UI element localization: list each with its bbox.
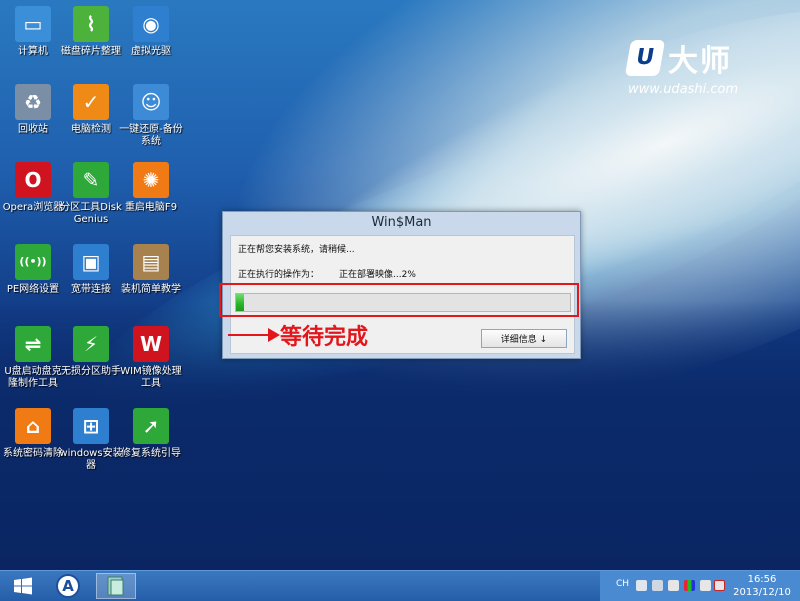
desktop-icon-broom[interactable]: ⌇ 磁盘碎片整理 xyxy=(58,6,124,58)
broom-icon: ⌇ xyxy=(73,6,109,42)
network-error-icon[interactable] xyxy=(714,580,725,591)
runner-icon: ➚ xyxy=(133,408,169,444)
recycle-bin-icon: ♻ xyxy=(15,84,51,120)
desktop-icon-label: 修复系统引导 xyxy=(121,448,181,459)
computer-icon: ▭ xyxy=(15,6,51,42)
desktop-icon-unlock[interactable]: ⌂ 系统密码清除 xyxy=(0,408,66,460)
arrow-right-icon xyxy=(228,328,280,342)
status-line: 正在帮您安装系统，请稍候... xyxy=(238,245,355,255)
operation-label: 正在执行的操作为： xyxy=(238,270,320,280)
desktop-icon-book[interactable]: ▤ 装机简单教学 xyxy=(118,244,184,296)
clock[interactable]: 16:56 2013/12/10 xyxy=(732,573,792,599)
svg-text:A: A xyxy=(62,577,74,595)
dialog-title: Win$Man xyxy=(371,215,432,230)
taskbar: A CH 16:56 2013/12/10 xyxy=(0,570,800,601)
desktop-icon-label: 一键还原-备份系统 xyxy=(119,124,183,147)
desktop-icon-label: 分区工具DiskGenius xyxy=(60,202,122,225)
windows-icon: ⊞ xyxy=(73,408,109,444)
desktop-icon-label: 虚拟光驱 xyxy=(131,46,171,57)
display-icon[interactable] xyxy=(652,580,663,591)
restart-icon: ✺ xyxy=(133,162,169,198)
shield-check-icon: ✓ xyxy=(73,84,109,120)
usb-icon: ⇌ xyxy=(15,326,51,362)
details-button[interactable]: 详细信息 ↓ xyxy=(481,329,567,348)
color-icon[interactable] xyxy=(684,580,695,591)
desktop-icon-usb[interactable]: ⇌ U盘启动盘克隆制作工具 xyxy=(0,326,66,390)
logo-mark: U xyxy=(624,40,666,76)
desktop-icon-label: 磁盘碎片整理 xyxy=(61,46,121,57)
windows-logo-icon xyxy=(14,577,32,595)
desktop-icon-wim[interactable]: W WIM镜像处理工具 xyxy=(118,326,184,390)
clock-time: 16:56 xyxy=(747,574,777,585)
progress-highlight-box xyxy=(219,283,579,317)
desktop-icon-label: 无损分区助手 xyxy=(61,366,121,377)
desktop-icon-label: windows安装器 xyxy=(59,448,123,471)
operation-line: 正在执行的操作为： 正在部署映像...2% xyxy=(238,267,416,280)
desktop-icon-label: PE网络设置 xyxy=(6,284,60,295)
ghost-icon: ☺ xyxy=(133,84,169,120)
logo-brand-text: 大师 xyxy=(668,44,732,79)
desktop-icon-label: 系统密码清除 xyxy=(3,448,63,459)
taskbar-app-a[interactable]: A xyxy=(48,573,88,599)
desktop-icon-partition[interactable]: ⚡ 无损分区助手 xyxy=(58,326,124,378)
wrench-icon: ✎ xyxy=(73,162,109,198)
desktop-icon-label: Opera浏览器 xyxy=(2,202,64,213)
desktop-icon-label: 电脑检测 xyxy=(71,124,111,135)
partition-icon: ⚡ xyxy=(73,326,109,362)
desktop-icon-broadband[interactable]: ▣ 宽带连接 xyxy=(58,244,124,296)
network-status-icon[interactable] xyxy=(668,580,679,591)
desktop-icon-shield-check[interactable]: ✓ 电脑检测 xyxy=(58,84,124,136)
udashi-logo: U 大师 www.udashi.com xyxy=(624,36,778,97)
opera-icon: O xyxy=(15,162,51,198)
broadband-icon: ▣ xyxy=(73,244,109,280)
taskbar-app-winsman[interactable] xyxy=(96,573,136,599)
installer-icon xyxy=(107,576,124,596)
desktop-icon-restart[interactable]: ✺ 重启电脑F9 xyxy=(118,162,184,214)
desktop-icon-computer[interactable]: ▭ 计算机 xyxy=(0,6,66,58)
network-icon: ((•)) xyxy=(15,244,51,280)
desktop-icon-label: 装机简单教学 xyxy=(121,284,181,295)
logo-url: www.udashi.com xyxy=(628,82,739,97)
desktop-icon-label: 计算机 xyxy=(18,46,48,57)
desktop-icon-label: WIM镜像处理工具 xyxy=(120,366,182,389)
volume-icon[interactable] xyxy=(700,580,711,591)
disc-icon: ◉ xyxy=(133,6,169,42)
desktop-icon-opera[interactable]: O Opera浏览器 xyxy=(0,162,66,214)
clock-date: 2013/12/10 xyxy=(733,587,791,598)
desktop-icon-label: 回收站 xyxy=(18,124,48,135)
desktop-icon-network[interactable]: ((•)) PE网络设置 xyxy=(0,244,66,296)
desktop-icon-ghost[interactable]: ☺ 一键还原-备份系统 xyxy=(118,84,184,148)
unlock-icon: ⌂ xyxy=(15,408,51,444)
desktop-icon-wrench[interactable]: ✎ 分区工具DiskGenius xyxy=(58,162,124,226)
desktop-icon-windows[interactable]: ⊞ windows安装器 xyxy=(58,408,124,472)
start-button[interactable] xyxy=(8,574,38,598)
desktop-icon-recycle-bin[interactable]: ♻ 回收站 xyxy=(0,84,66,136)
book-icon: ▤ xyxy=(133,244,169,280)
desktop-icon-disc[interactable]: ◉ 虚拟光驱 xyxy=(118,6,184,58)
desktop-icon-label: 重启电脑F9 xyxy=(124,202,178,213)
language-indicator[interactable]: CH xyxy=(616,579,629,589)
desktop-icon-runner[interactable]: ➚ 修复系统引导 xyxy=(118,408,184,460)
desktop-icon-label: 宽带连接 xyxy=(71,284,111,295)
keyboard-icon[interactable] xyxy=(636,580,647,591)
operation-value: 正在部署映像...2% xyxy=(339,270,416,280)
wim-icon: W xyxy=(133,326,169,362)
desktop-icon-label: U盘启动盘克隆制作工具 xyxy=(4,366,62,389)
app-a-icon: A xyxy=(56,574,80,598)
annotation-text: 等待完成 xyxy=(280,325,369,350)
